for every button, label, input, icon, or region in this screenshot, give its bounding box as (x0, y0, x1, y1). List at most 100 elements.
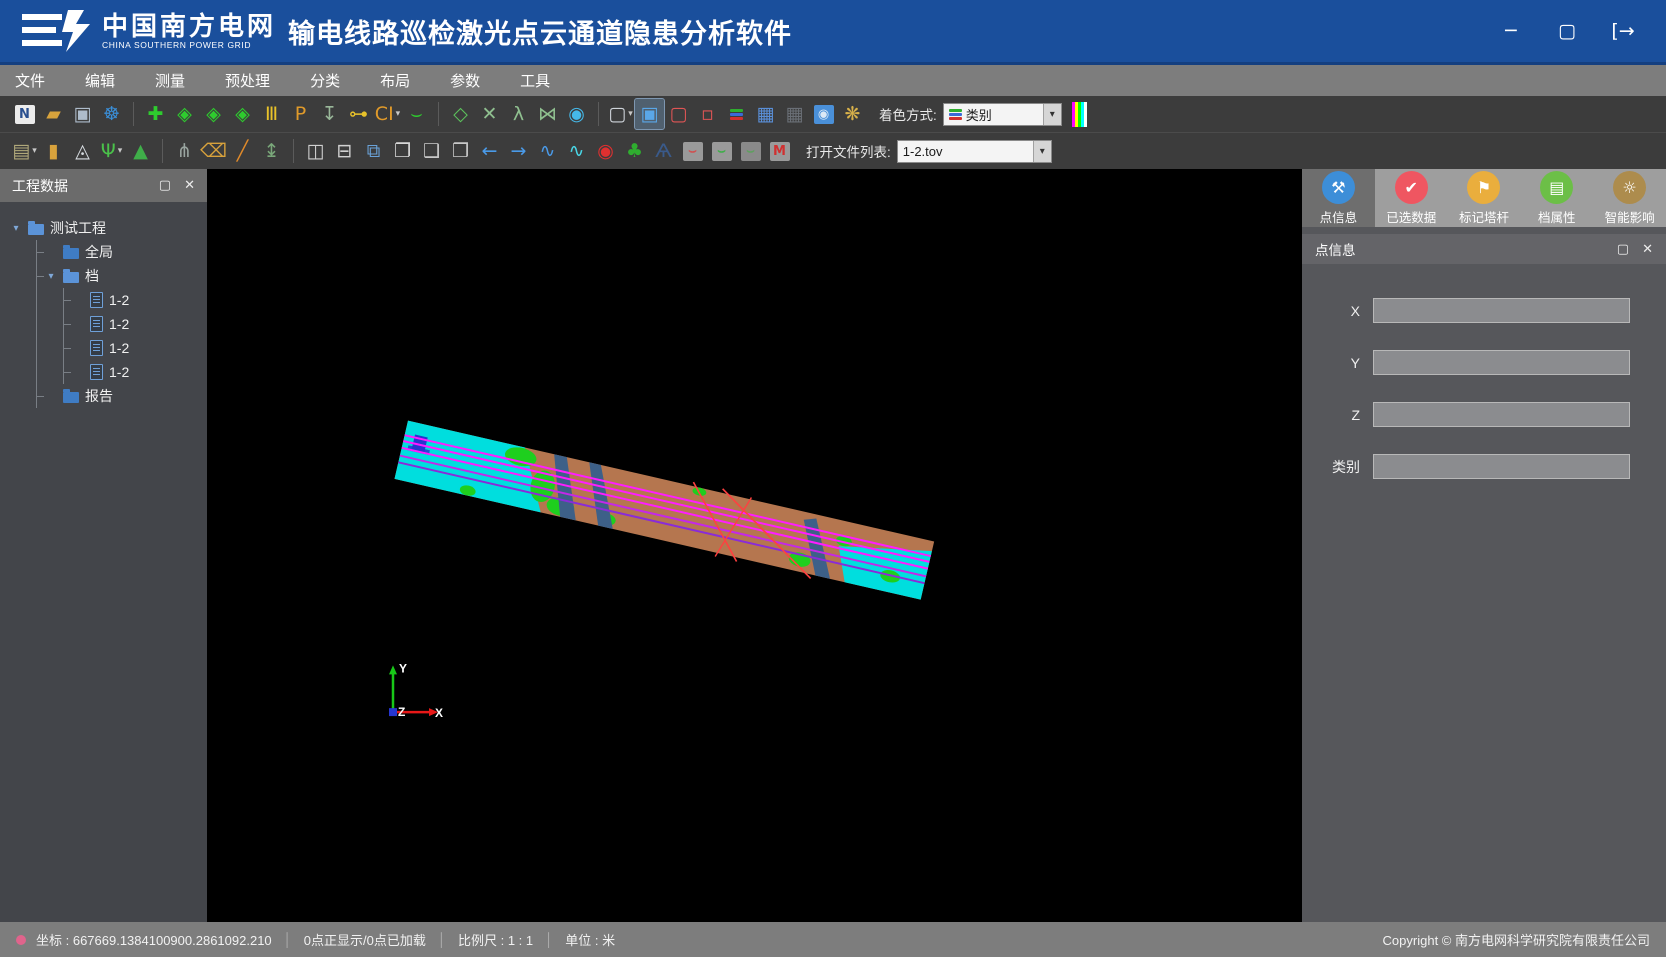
slope-warning-icon[interactable]: ◬ (68, 136, 97, 166)
tab-selected-data[interactable]: ✔已选数据 (1375, 169, 1448, 227)
pole-tool-icon[interactable]: λ (504, 99, 533, 129)
open-folder-icon[interactable]: ▰ (39, 99, 68, 129)
exit-button[interactable]: [→ (1610, 20, 1636, 42)
remove-lines-icon[interactable]: Ⅲ (257, 99, 286, 129)
window-copy-icon[interactable]: ❑ (417, 136, 446, 166)
menu-params[interactable]: 参数 (450, 70, 480, 91)
menu-file[interactable]: 文件 (15, 70, 45, 91)
float-panel-icon[interactable]: ▢ (1617, 242, 1629, 257)
menu-classify[interactable]: 分类 (310, 70, 340, 91)
cross-tool-icon[interactable]: ✕ (475, 99, 504, 129)
polyline-cyan-icon[interactable]: ∿ (562, 136, 591, 166)
float-panel-icon[interactable]: ▢ (159, 178, 171, 193)
diamond-outline-icon[interactable]: ◇ (446, 99, 475, 129)
profile-tool-icon[interactable]: P (286, 99, 315, 129)
tab-span-properties[interactable]: ▤档属性 (1520, 169, 1593, 227)
expand-arrow-icon[interactable]: ▾ (45, 271, 57, 282)
menu-measure[interactable]: 测量 (155, 70, 185, 91)
brush-dropdown-icon[interactable]: ▤▾ (10, 136, 39, 166)
maximize-button[interactable]: ▢ (1554, 20, 1580, 42)
key-tool-icon[interactable]: ⊶ (344, 99, 373, 129)
menu-preprocess[interactable]: 预处理 (225, 70, 270, 91)
menu-tools[interactable]: 工具 (520, 70, 550, 91)
colorbar-icon[interactable] (1072, 102, 1087, 127)
move-icon[interactable]: ✚ (141, 99, 170, 129)
select-rect-dropdown-icon[interactable]: ▢▾ (606, 99, 635, 129)
tree-item-spans[interactable]: ▾档 (37, 264, 203, 288)
tree-icon[interactable]: ♣ (620, 136, 649, 166)
rotate-x-icon[interactable]: ◈ (170, 99, 199, 129)
palette-icon[interactable]: ❋ (838, 99, 867, 129)
new-file-icon[interactable]: N (10, 99, 39, 129)
layers-icon[interactable] (722, 99, 751, 129)
save-icon[interactable]: ▣ (68, 99, 97, 129)
tree-item-file-3[interactable]: 1-2 (64, 336, 203, 360)
split-horizontal-icon[interactable]: ⊟ (330, 136, 359, 166)
project-data-panel: 工程数据 ▢ ✕ ▾测试工程全局▾档1-21-21-21-2报告 (0, 169, 207, 922)
minimize-button[interactable]: ─ (1498, 20, 1524, 42)
section-line-icon[interactable]: ↨ (257, 136, 286, 166)
camera-icon[interactable]: ◉ (809, 99, 838, 129)
height-measure-icon[interactable]: ↧ (315, 99, 344, 129)
tab-point-info[interactable]: ⚒点信息 (1302, 169, 1375, 227)
back-icon[interactable]: ← (475, 136, 504, 166)
brand-name-en: CHINA SOUTHERN POWER GRID (102, 40, 276, 50)
rotate-z-icon[interactable]: ◈ (228, 99, 257, 129)
ruler-diagonal-icon[interactable]: ╱ (228, 136, 257, 166)
select-point-icon[interactable]: ▫ (693, 99, 722, 129)
menu-edit[interactable]: 编辑 (85, 70, 115, 91)
viewport-3d[interactable]: Y X Z (207, 169, 1302, 922)
status-point-count: 0点正显示/0点已加载 (304, 930, 426, 949)
tree-item-project[interactable]: ▾ 测试工程 (10, 216, 203, 240)
span-green-icon[interactable]: ⌣ (707, 136, 736, 166)
viewport-canvas[interactable]: Y X Z (207, 169, 1302, 922)
north-arrow-icon[interactable]: ▲ (126, 136, 155, 166)
dropdown-arrow-icon[interactable]: ▾ (1043, 104, 1061, 125)
settings-gear-icon[interactable]: ☸ (97, 99, 126, 129)
field-input-z[interactable] (1373, 402, 1630, 427)
field-input-y[interactable] (1373, 350, 1630, 375)
menu-layout[interactable]: 布局 (380, 70, 410, 91)
ruler-vertical-icon[interactable]: ▮ (39, 136, 68, 166)
tree-item-report[interactable]: 报告 (37, 384, 203, 408)
expand-arrow-icon[interactable]: ▾ (10, 223, 22, 234)
visibility-eye-icon[interactable]: ◉ (562, 99, 591, 129)
close-panel-icon[interactable]: ✕ (1642, 242, 1653, 257)
span-green-dim-icon[interactable]: ⌣ (736, 136, 765, 166)
span-red-icon[interactable]: ⌣ (678, 136, 707, 166)
window-copy2-icon[interactable]: ❒ (446, 136, 475, 166)
cascade-windows-icon[interactable]: ⧉ (359, 136, 388, 166)
select-polygon-icon[interactable]: ▢ (664, 99, 693, 129)
grid-icon[interactable]: ▦ (751, 99, 780, 129)
rotate-y-icon[interactable]: ◈ (199, 99, 228, 129)
ci-dropdown-icon[interactable]: CI▾ (373, 99, 402, 129)
tree-item-global[interactable]: 全局 (37, 240, 203, 264)
tab-smart-impact[interactable]: ☼智能影响 (1593, 169, 1666, 227)
forward-icon[interactable]: → (504, 136, 533, 166)
dropdown-arrow-icon[interactable]: ▾ (1033, 141, 1051, 162)
close-panel-icon[interactable]: ✕ (184, 178, 195, 193)
new-window-icon[interactable]: ❐ (388, 136, 417, 166)
tree-item-label: 测试工程 (50, 218, 106, 238)
split-vertical-icon[interactable]: ◫ (301, 136, 330, 166)
coloring-combo-label: 着色方式: (879, 104, 937, 124)
tree-item-file-1[interactable]: 1-2 (64, 288, 203, 312)
broom-icon[interactable]: ⌫ (199, 136, 228, 166)
tree-item-file-4[interactable]: 1-2 (64, 360, 203, 384)
tree-item-file-2[interactable]: 1-2 (64, 312, 203, 336)
coloring-combo-select[interactable]: 类别▾ (943, 103, 1062, 126)
select-rect-icon[interactable]: ▣ (635, 99, 664, 129)
merge-m-icon[interactable]: M (765, 136, 794, 166)
location-pin-icon[interactable]: ◉ (591, 136, 620, 166)
field-input-x[interactable] (1373, 298, 1630, 323)
catenary-icon[interactable]: ⌣ (402, 99, 431, 129)
tab-mark-tower[interactable]: ⚑标记塔杆 (1448, 169, 1521, 227)
grid-dim-icon[interactable]: ▦ (780, 99, 809, 129)
file-list-combo-select[interactable]: 1-2.tov▾ (897, 140, 1052, 163)
polyline-blue-icon[interactable]: ∿ (533, 136, 562, 166)
swap-tool-icon[interactable]: ⋈ (533, 99, 562, 129)
field-input-category[interactable] (1373, 454, 1630, 479)
nodes-tool-icon[interactable]: ⋔ (170, 136, 199, 166)
tower-icon[interactable]: Ѧ (649, 136, 678, 166)
vector-node-icon[interactable]: Ψ▾ (97, 136, 126, 166)
